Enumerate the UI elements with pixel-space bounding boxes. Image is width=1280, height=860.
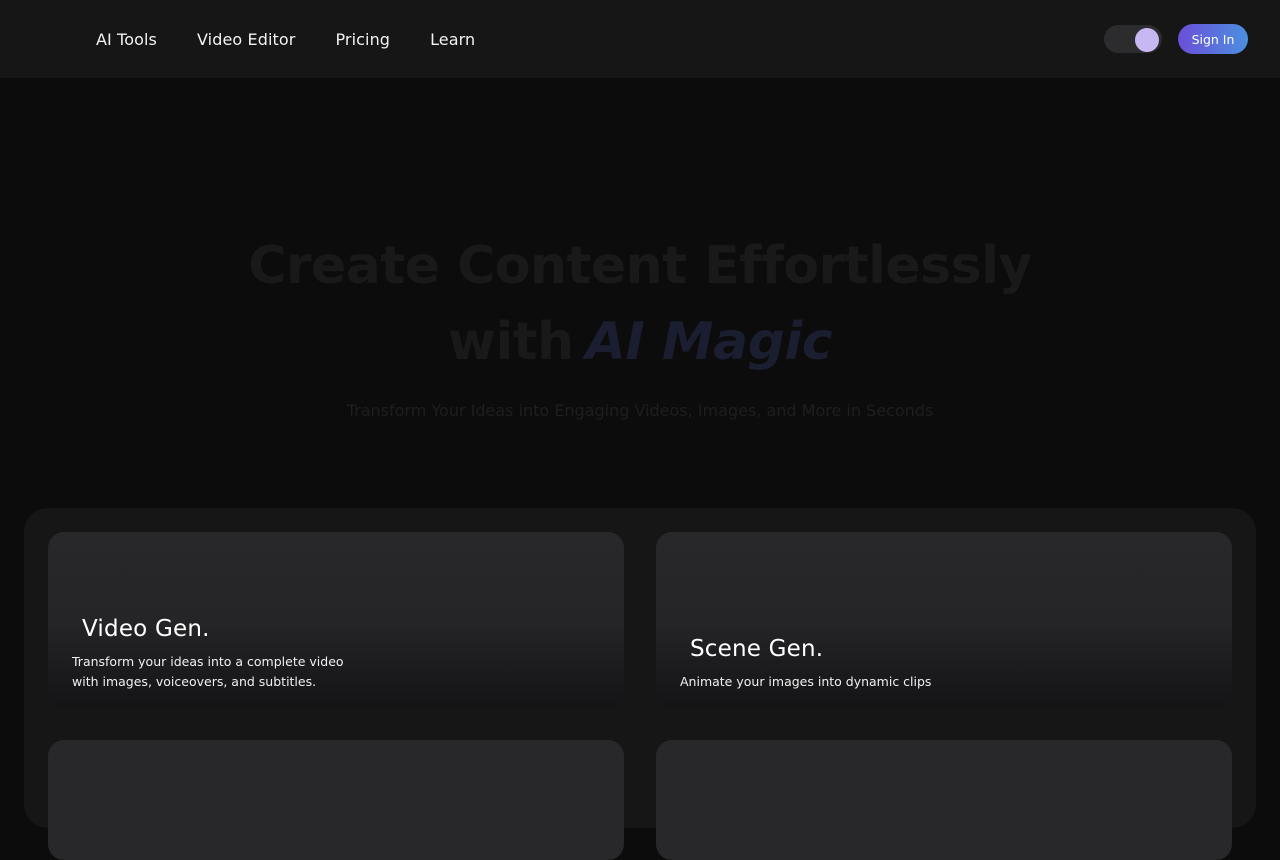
nav-link-ai-tools[interactable]: AI Tools bbox=[96, 30, 157, 49]
nav-link-video-editor[interactable]: Video Editor bbox=[197, 30, 295, 49]
sign-in-button[interactable]: Sign In bbox=[1178, 24, 1248, 54]
nav-link-learn[interactable]: Learn bbox=[430, 30, 475, 49]
card-description-line: Animate your images into dynamic clips bbox=[680, 674, 932, 689]
card-description-line: with images, voiceovers, and subtitles. bbox=[72, 674, 317, 689]
nav-links: AI Tools Video Editor Pricing Learn bbox=[96, 0, 515, 78]
hero-title-line1: Create Content Effortlessly bbox=[248, 236, 1032, 296]
hero-title-prefix: with bbox=[447, 312, 574, 372]
tool-card[interactable] bbox=[48, 740, 624, 860]
hero-title-accent: AI Magic bbox=[585, 312, 833, 372]
theme-toggle[interactable] bbox=[1104, 25, 1162, 53]
hero-title-line2: with AI Magic bbox=[0, 312, 1280, 372]
card-description: Animate your images into dynamic clips bbox=[680, 672, 931, 692]
scene-gen-card[interactable]: Scene Gen. Animate your images into dyna… bbox=[656, 532, 1232, 708]
tools-panel: Video Gen. Transform your ideas into a c… bbox=[24, 508, 1256, 860]
card-description: Transform your ideas into a complete vid… bbox=[72, 652, 344, 692]
top-navbar: AI Tools Video Editor Pricing Learn Sign… bbox=[0, 0, 1280, 78]
toggle-knob bbox=[1135, 28, 1159, 52]
hero-subtitle: Transform Your Ideas into Engaging Video… bbox=[346, 401, 934, 420]
nav-link-pricing[interactable]: Pricing bbox=[335, 30, 390, 49]
hero-section: Create Content Effortlessly with AI Magic… bbox=[0, 78, 1280, 508]
card-title: Video Gen. bbox=[82, 616, 210, 642]
card-title: Scene Gen. bbox=[690, 636, 824, 662]
card-description-line: Transform your ideas into a complete vid… bbox=[72, 654, 344, 669]
tool-card[interactable] bbox=[656, 740, 1232, 860]
video-gen-card[interactable]: Video Gen. Transform your ideas into a c… bbox=[48, 532, 624, 708]
